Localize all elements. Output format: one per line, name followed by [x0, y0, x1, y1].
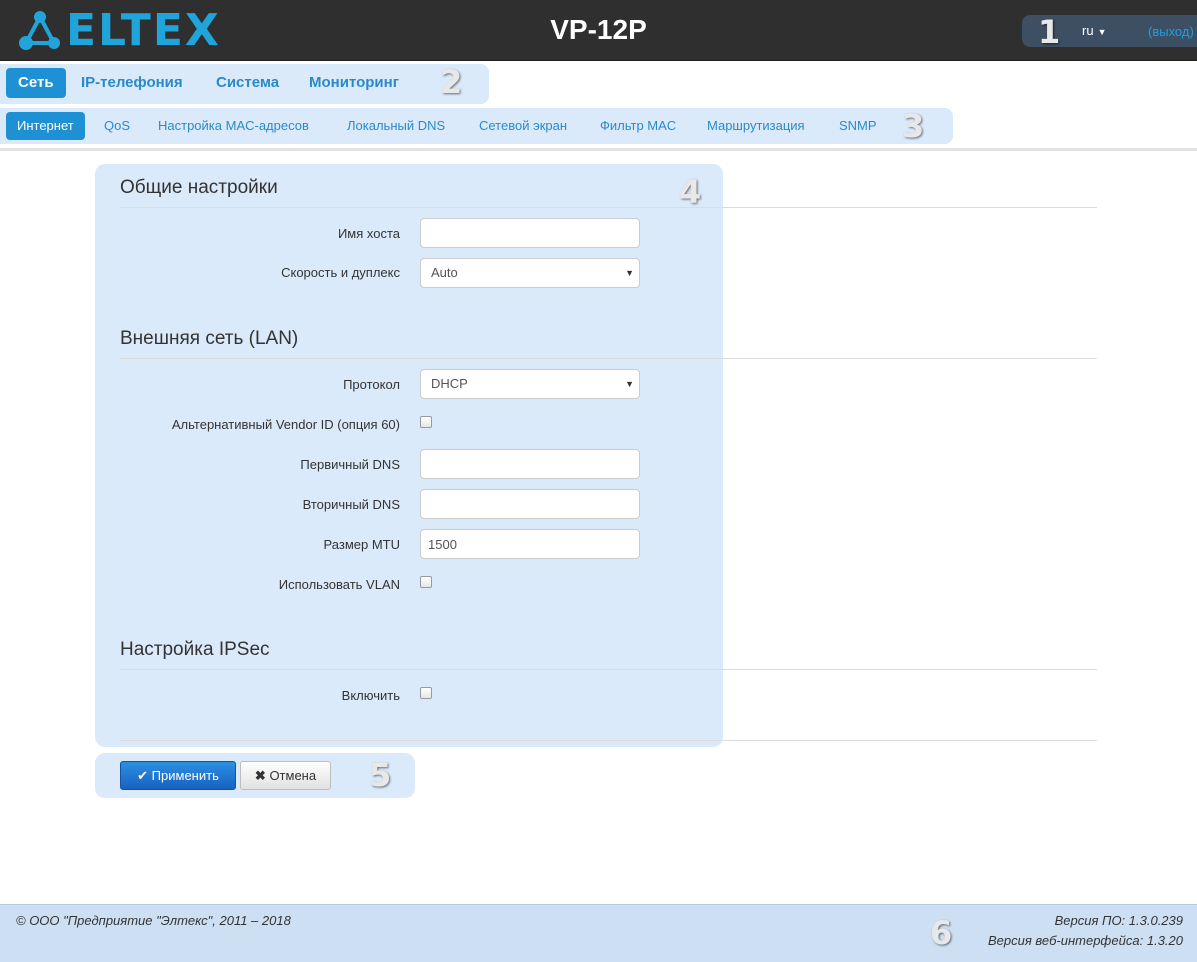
vlan-checkbox[interactable] — [420, 576, 432, 588]
ipsec-enable-checkbox[interactable] — [420, 687, 432, 699]
tab-routing[interactable]: Маршрутизация — [707, 112, 805, 140]
user-panel: 1 ru ▼ (выход) — [1022, 13, 1197, 51]
cancel-button-label: Отмена — [269, 768, 317, 783]
section-general-title: Общие настройки — [120, 177, 278, 198]
tab-mac-filter[interactable]: Фильтр MAC — [600, 112, 676, 140]
tab-local-dns[interactable]: Локальный DNS — [347, 112, 445, 140]
marker-6: 6 — [930, 914, 953, 952]
form-bottom-divider — [120, 740, 1097, 741]
secondary-dns-input[interactable] — [420, 489, 640, 519]
primary-dns-label: Первичный DNS — [300, 457, 400, 472]
mtu-label: Размер MTU — [323, 537, 400, 552]
nav-system[interactable]: Система — [216, 68, 279, 98]
marker-3: 3 — [902, 107, 925, 145]
main-nav: Сеть IP-телефония Система Мониторинг 2 — [0, 64, 489, 104]
tab-firewall[interactable]: Сетевой экран — [479, 112, 567, 140]
section-divider — [120, 358, 1097, 359]
apply-button-label: Применить — [151, 768, 219, 783]
caret-down-icon: ▼ — [625, 379, 634, 389]
marker-4: 4 — [679, 173, 702, 211]
tab-internet[interactable]: Интернет — [6, 112, 85, 140]
nav-ip-telephony[interactable]: IP-телефония — [81, 68, 183, 98]
speed-duplex-label: Скорость и дуплекс — [281, 265, 400, 280]
firmware-version: Версия ПО: 1.3.0.239 — [1054, 913, 1183, 928]
marker-5: 5 — [369, 756, 392, 794]
speed-duplex-value: Auto — [431, 265, 458, 280]
hostname-input[interactable] — [420, 218, 640, 248]
apply-button[interactable]: ✔ Применить — [120, 761, 236, 790]
copyright-text: © ООО "Предприятие "Элтекс", 2011 – 2018 — [16, 913, 291, 928]
protocol-select[interactable]: DHCP ▼ — [420, 369, 640, 399]
nav-network[interactable]: Сеть — [6, 68, 66, 98]
vendor-id-label: Альтернативный Vendor ID (опция 60) — [171, 417, 400, 432]
ipsec-enable-label: Включить — [341, 688, 400, 703]
section-lan-title: Внешняя сеть (LAN) — [120, 328, 299, 349]
hostname-label: Имя хоста — [337, 226, 400, 241]
cancel-button[interactable]: ✖ Отмена — [240, 761, 331, 790]
primary-dns-input[interactable] — [420, 449, 640, 479]
check-icon: ✔ — [137, 768, 149, 783]
nav-monitoring[interactable]: Мониторинг — [309, 68, 399, 98]
device-title: VP-12P — [550, 14, 647, 45]
top-header: ELTEX VP-12P 1 ru ▼ (выход) — [0, 0, 1197, 61]
web-interface-version: Версия веб-интерфейса: 1.3.20 — [987, 933, 1183, 948]
section-divider — [120, 669, 1097, 670]
language-value: ru — [1082, 23, 1094, 38]
logout-link[interactable]: (выход) — [1148, 24, 1194, 39]
vlan-label: Использовать VLAN — [278, 577, 400, 592]
sub-nav: Интернет QoS Настройка MAC-адресов Локал… — [0, 108, 953, 144]
caret-down-icon: ▼ — [625, 268, 634, 278]
mtu-input[interactable] — [420, 529, 640, 559]
page-footer: © ООО "Предприятие "Элтекс", 2011 – 2018… — [0, 904, 1197, 962]
marker-1: 1 — [1038, 13, 1061, 51]
tab-snmp[interactable]: SNMP — [839, 112, 877, 140]
nav-divider — [0, 148, 1197, 151]
speed-duplex-select[interactable]: Auto ▼ — [420, 258, 640, 288]
marker-2: 2 — [440, 63, 463, 101]
tab-qos[interactable]: QoS — [104, 112, 130, 140]
protocol-value: DHCP — [431, 376, 468, 391]
section-ipsec-title: Настройка IPSec — [120, 639, 270, 660]
tab-mac-settings[interactable]: Настройка MAC-адресов — [158, 112, 309, 140]
protocol-label: Протокол — [343, 377, 400, 392]
vendor-id-checkbox[interactable] — [420, 416, 432, 428]
section-divider — [120, 207, 1097, 208]
secondary-dns-label: Вторичный DNS — [302, 497, 400, 512]
language-dropdown[interactable]: ru ▼ — [1082, 23, 1106, 38]
close-icon: ✖ — [254, 768, 266, 783]
caret-down-icon: ▼ — [1097, 27, 1107, 37]
